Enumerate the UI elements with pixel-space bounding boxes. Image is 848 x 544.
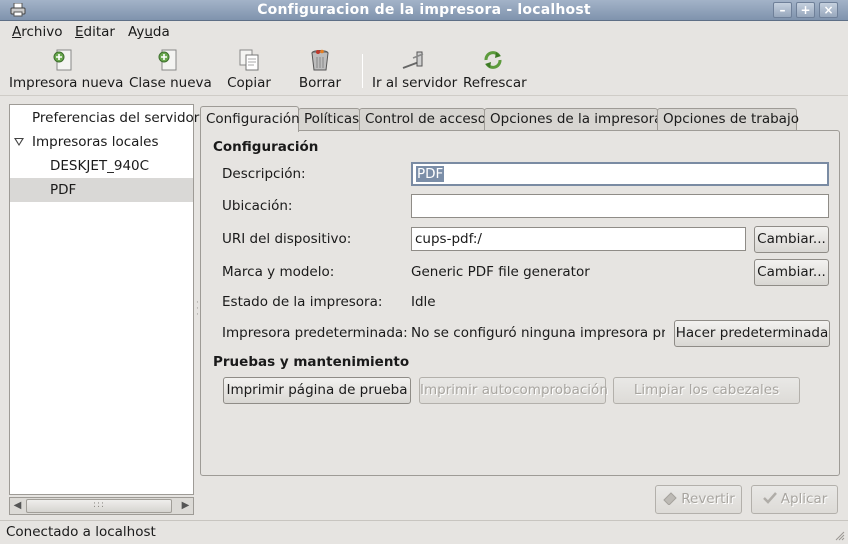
print-self-test-button[interactable]: Imprimir autocomprobación bbox=[419, 377, 608, 404]
tree-item-pdf[interactable]: PDF bbox=[10, 178, 193, 202]
make-model-label: Marca y modelo: bbox=[222, 264, 335, 280]
tree-item-server-settings[interactable]: Preferencias del servidor bbox=[10, 106, 199, 130]
menu-editar[interactable]: Editar bbox=[75, 24, 115, 40]
printer-tree: Preferencias del servidor Impresoras loc… bbox=[9, 104, 199, 495]
maximize-button[interactable]: + bbox=[796, 2, 815, 18]
goto-server-button[interactable]: Ir al servidor bbox=[372, 48, 457, 94]
tab-configuracion[interactable]: Configuración bbox=[200, 106, 300, 132]
eraser-icon bbox=[663, 492, 677, 505]
scroll-left-icon[interactable]: ◀ bbox=[10, 498, 25, 514]
tab-opciones-trabajo[interactable]: Opciones de trabajo bbox=[657, 108, 799, 131]
menu-ayuda[interactable]: Ayuda bbox=[128, 24, 170, 40]
revert-button[interactable]: Revertir bbox=[655, 485, 742, 514]
tab-politicas[interactable]: Políticas bbox=[298, 108, 360, 131]
tab-control-acceso[interactable]: Control de acceso bbox=[359, 108, 486, 131]
pane-splitter[interactable]: · · · bbox=[196, 299, 199, 320]
toolbar-separator bbox=[362, 54, 363, 88]
copy-icon bbox=[239, 49, 259, 71]
server-icon bbox=[402, 51, 424, 69]
refresh-icon bbox=[484, 51, 502, 69]
maintenance-section-title: Pruebas y mantenimiento bbox=[213, 354, 410, 370]
description-input[interactable]: PDF bbox=[411, 162, 829, 186]
config-section-title: Configuración bbox=[213, 139, 319, 155]
change-uri-button[interactable]: Cambiar... bbox=[754, 226, 829, 253]
window-title: Configuracion de la impresora - localhos… bbox=[257, 2, 591, 18]
menu-bar: Archivo Editar Ayuda bbox=[0, 21, 848, 44]
print-test-page-button[interactable]: Imprimir página de prueba bbox=[223, 377, 411, 404]
toolbar: Impresora nueva Clase nueva Copiar Borra… bbox=[0, 44, 848, 96]
make-default-button[interactable]: Hacer predeterminada bbox=[674, 320, 830, 347]
description-label: Descripción: bbox=[222, 166, 306, 182]
tree-item-local-printers[interactable]: Impresoras locales bbox=[10, 130, 193, 154]
new-printer-icon bbox=[53, 49, 72, 71]
clean-heads-button[interactable]: Limpiar los cabezales bbox=[613, 377, 800, 404]
refresh-button[interactable]: Refrescar bbox=[463, 48, 527, 94]
description-value: PDF bbox=[416, 166, 445, 182]
printer-state-value: Idle bbox=[411, 294, 436, 310]
sidebar-horizontal-scrollbar[interactable]: ◀ ::: ▶ bbox=[9, 497, 194, 515]
location-input[interactable] bbox=[411, 194, 829, 218]
new-class-button[interactable]: Clase nueva bbox=[129, 48, 212, 94]
scroll-thumb[interactable]: ::: bbox=[26, 499, 172, 513]
minimize-button[interactable]: – bbox=[773, 2, 792, 18]
change-make-button[interactable]: Cambiar... bbox=[754, 259, 829, 286]
make-model-value: Generic PDF file generator bbox=[411, 264, 590, 280]
new-class-icon bbox=[158, 49, 177, 71]
tree-item-label: Impresoras locales bbox=[32, 134, 159, 150]
tree-item-deskjet[interactable]: DESKJET_940C bbox=[10, 154, 193, 178]
checkmark-icon bbox=[762, 492, 777, 504]
printer-state-label: Estado de la impresora: bbox=[222, 294, 383, 310]
settings-panel: Configuración Descripción: PDF Ubicación… bbox=[200, 130, 840, 476]
copy-button[interactable]: Copiar bbox=[225, 48, 273, 94]
trash-icon bbox=[311, 49, 329, 71]
resize-grip-icon[interactable] bbox=[835, 531, 845, 541]
apply-button[interactable]: Aplicar bbox=[751, 485, 838, 514]
close-button[interactable]: × bbox=[819, 2, 838, 18]
menu-archivo[interactable]: Archivo bbox=[12, 24, 62, 40]
default-printer-label: Impresora predeterminada: bbox=[222, 325, 408, 341]
scroll-right-icon[interactable]: ▶ bbox=[178, 498, 193, 514]
delete-button[interactable]: Borrar bbox=[296, 48, 344, 94]
uri-label: URI del dispositivo: bbox=[222, 231, 352, 247]
tab-opciones-impresora[interactable]: Opciones de la impresora bbox=[484, 108, 662, 131]
status-text: Conectado a localhost bbox=[6, 524, 156, 540]
new-printer-button[interactable]: Impresora nueva bbox=[9, 48, 123, 94]
uri-input[interactable]: cups-pdf:/ bbox=[411, 227, 746, 251]
title-bar: Configuracion de la impresora - localhos… bbox=[0, 0, 848, 21]
default-printer-value: No se configuró ninguna impresora pr... bbox=[411, 325, 665, 341]
location-label: Ubicación: bbox=[222, 198, 293, 214]
expander-down-icon[interactable] bbox=[14, 138, 24, 146]
status-bar: Conectado a localhost bbox=[0, 520, 848, 544]
